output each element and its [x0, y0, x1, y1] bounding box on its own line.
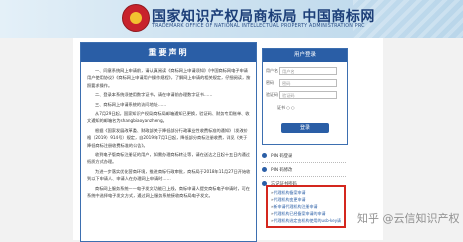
password-input[interactable]: 密码: [279, 79, 337, 87]
option-label: PIN 码修改: [271, 167, 293, 173]
site-title: 国家知识产权局商标局 中国商标网: [152, 9, 375, 25]
notice-body: 一、同意系统网上申请前，请认真阅读《商标网上申请须知》《中国商标网电子申请用户使…: [87, 67, 251, 202]
bullet-icon: [262, 153, 267, 158]
notice-paragraph-5: 根据《国家发展改革委、财政部关于降低部分行政事业性收费标准的通知》（发改价格（2…: [87, 127, 248, 148]
option-label: PIN 码登录: [271, 153, 293, 159]
agency-links-box: 代理机构备案申请 代理机构变更申请 新申请代理机构注册申请 代理机构已经备案申请…: [266, 185, 346, 228]
notice-title: 重要声明: [81, 43, 256, 62]
agency-link-1[interactable]: 代理机构备案申请: [271, 189, 341, 196]
notice-paragraph-8: 商标网上服务系统——电子发文功能已上线，商标申请人提交商标电子申请时，可在系统中…: [87, 185, 250, 199]
pin-login-option[interactable]: PIN 码登录: [262, 150, 346, 161]
site-header: 国家知识产权局商标局 中国商标网 TRADEMARK OFFICE OF NAT…: [0, 0, 463, 38]
login-button[interactable]: 登录: [281, 123, 329, 133]
bullet-icon: [262, 167, 267, 172]
notice-paragraph-6: 收到电子版商标注册证的用户，如需办理商标转让等，请在送达之日起十五日内通过纸质方…: [87, 152, 250, 165]
notice-paragraph-7: 为进一步落实优化营商环境，推进商标行政审批，商标局于2018年11月27日开始收…: [87, 168, 251, 182]
agency-link-5[interactable]: 代理机构选定由机构使用的usb-key请求: [271, 217, 341, 224]
agency-link-4[interactable]: 代理机构已经备案申请的申请: [271, 210, 341, 217]
login-options: PIN 码登录 PIN 码修改 忘记证书密码: [262, 150, 346, 189]
notice-paragraph-2: 二、登录本系统须使用数字证书，请在申请前办理数字证书……: [95, 92, 213, 98]
username-label: 用户名: [266, 68, 278, 73]
zhihu-watermark: 知乎 @云信知识产权: [357, 212, 460, 225]
pin-change-option[interactable]: PIN 码修改: [262, 164, 346, 175]
login-title: 用户登录: [263, 49, 347, 62]
captcha-label: 验证码: [266, 92, 278, 97]
certificate-radio-group[interactable]: 证书 ○ ○: [277, 105, 295, 111]
password-label: 密码: [266, 80, 274, 85]
login-panel: 用户登录 用户名 用户名 密码 密码 验证码 验证码 证书 ○ ○ 登录: [262, 48, 348, 145]
notice-paragraph-4: 从7月29日起，国家知识产权局商标局邮箱通知已更换，验证码、财务专用账单、收文通…: [87, 111, 250, 124]
divider: [262, 162, 346, 163]
site-subtitle: TRADEMARK OFFICE OF NATIONAL INTELLECTUA…: [152, 24, 365, 29]
trademark-office-logo: [122, 4, 150, 32]
divider: [262, 176, 346, 177]
username-input[interactable]: 用户名: [279, 67, 337, 75]
notice-paragraph-3: 三、商标网上申请系统的访问地址……: [95, 101, 167, 107]
agency-link-3[interactable]: 新申请代理机构注册申请: [271, 203, 341, 210]
agency-link-2[interactable]: 代理机构变更申请: [271, 196, 341, 203]
captcha-input[interactable]: 验证码: [279, 91, 337, 99]
notice-panel: 重要声明 一、同意系统网上申请前，请认真阅读《商标网上申请须知》《中国商标网电子…: [80, 42, 257, 242]
notice-paragraph-1: 一、同意系统网上申请前，请认真阅读《商标网上申请须知》《中国商标网电子申请用户使…: [87, 68, 251, 88]
